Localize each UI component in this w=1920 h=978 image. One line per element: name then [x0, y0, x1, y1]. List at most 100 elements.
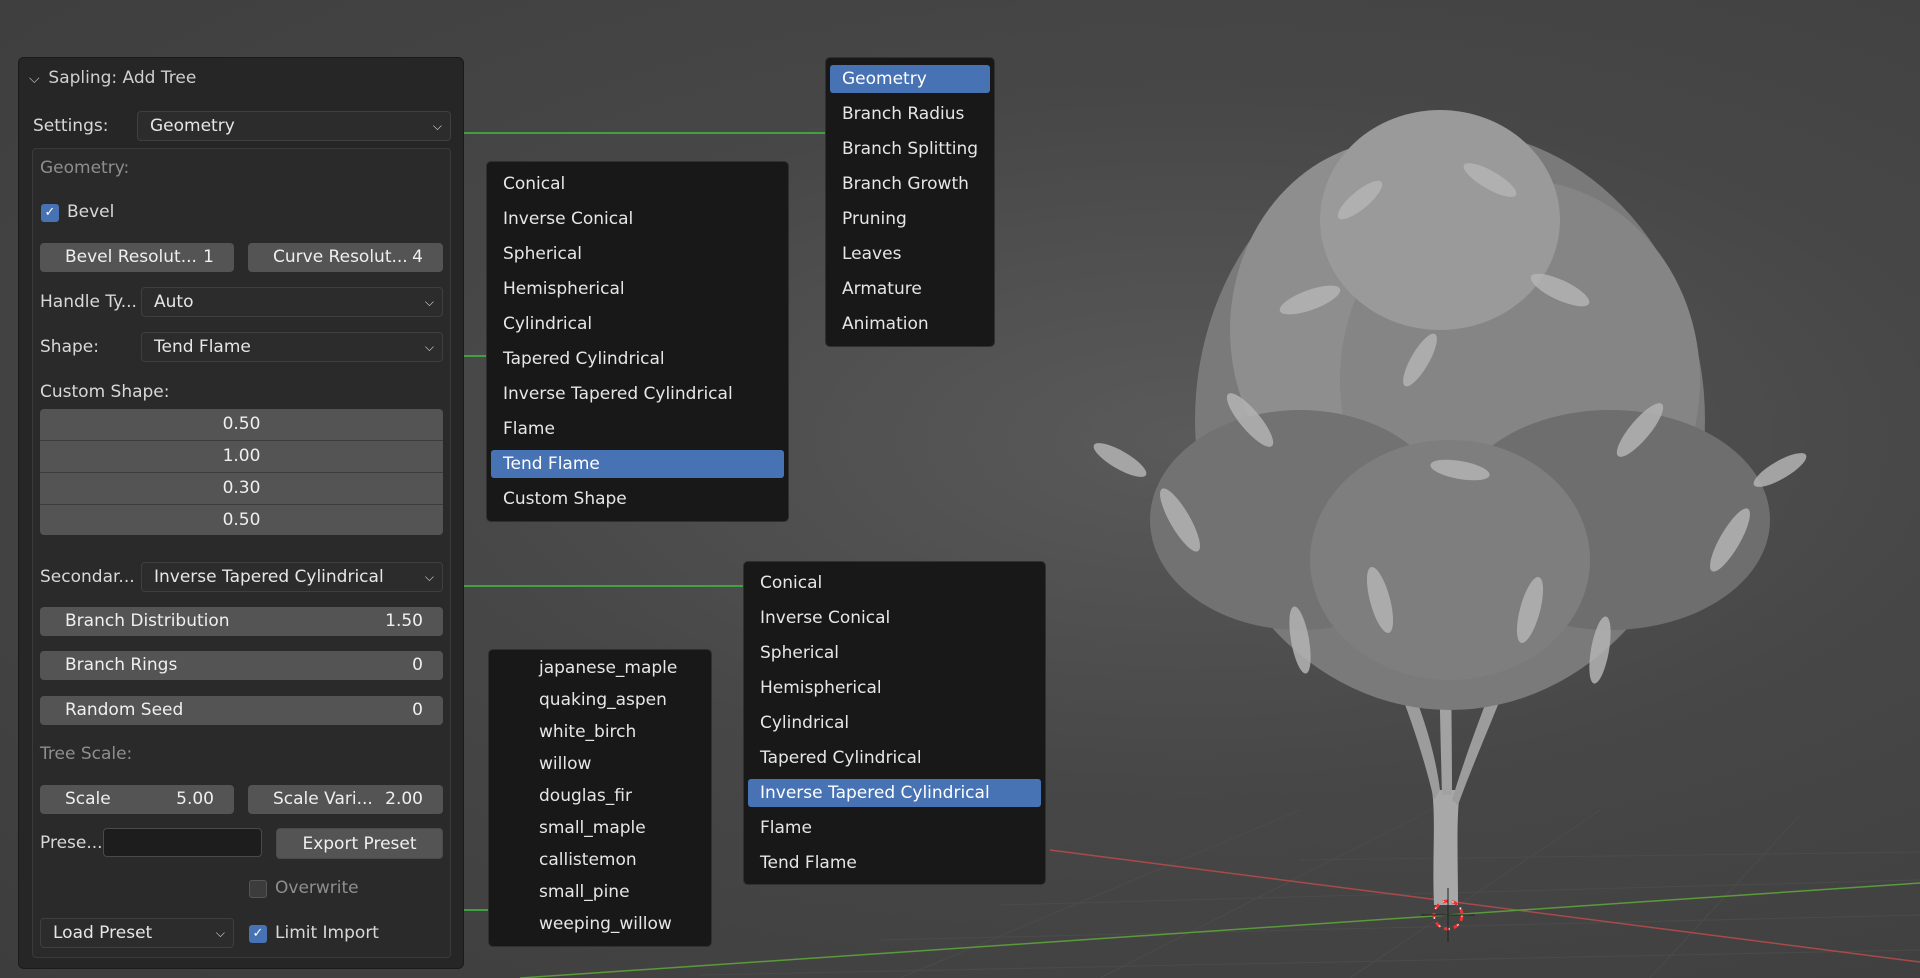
shape-dropdown[interactable]: Tend Flame ⌵ — [141, 332, 443, 362]
random-seed-field[interactable]: Random Seed 0 — [40, 696, 443, 725]
settings-dropdown-value: Geometry — [150, 116, 235, 136]
scale-field[interactable]: Scale 5.00 — [40, 785, 234, 814]
chevron-down-icon: ⌵ — [432, 119, 442, 133]
export-preset-button[interactable]: Export Preset — [276, 828, 443, 859]
geometry-heading: Geometry: — [40, 158, 130, 178]
y-axis-line — [519, 882, 1920, 978]
bevel-resolution-label: Bevel Resolut... — [65, 247, 197, 267]
secondary-menu-item[interactable]: Conical — [748, 569, 1041, 597]
preset-menu-item[interactable]: quaking_aspen — [493, 686, 707, 714]
branch-rings-field[interactable]: Branch Rings 0 — [40, 651, 443, 680]
bevel-label: Bevel — [67, 202, 115, 222]
preset-menu-item[interactable]: white_birch — [493, 718, 707, 746]
secondary-menu: Conical Inverse Conical Spherical Hemisp… — [743, 561, 1046, 885]
settings-dropdown[interactable]: Geometry ⌵ — [137, 111, 451, 141]
secondary-menu-item[interactable]: Tapered Cylindrical — [748, 744, 1041, 772]
shape-menu-item[interactable]: Conical — [491, 170, 784, 198]
settings-menu-item[interactable]: Branch Growth — [830, 170, 990, 198]
shape-menu: Conical Inverse Conical Spherical Hemisp… — [486, 161, 789, 522]
curve-resolution-label: Curve Resolut... — [273, 247, 408, 267]
x-axis-line — [1049, 849, 1920, 963]
chevron-down-icon: ⌵ — [424, 340, 434, 354]
handle-type-value: Auto — [154, 292, 194, 312]
settings-menu-item[interactable]: Animation — [830, 310, 990, 338]
preset-menu-item[interactable]: callistemon — [493, 846, 707, 874]
shape-menu-item[interactable]: Tend Flame — [491, 450, 784, 478]
secondary-dropdown[interactable]: Inverse Tapered Cylindrical ⌵ — [141, 562, 443, 592]
secondary-menu-item[interactable]: Inverse Tapered Cylindrical — [748, 779, 1041, 807]
chevron-down-icon: ⌵ — [424, 295, 434, 309]
shape-value: Tend Flame — [154, 337, 251, 357]
custom-shape-field-1[interactable]: 0.50 — [40, 409, 443, 441]
secondary-menu-item[interactable]: Inverse Conical — [748, 604, 1041, 632]
settings-label: Settings: — [33, 116, 109, 136]
shape-menu-item[interactable]: Cylindrical — [491, 310, 784, 338]
bevel-checkbox[interactable]: ✓ — [41, 204, 59, 222]
panel-header[interactable]: ⌵ Sapling: Add Tree — [29, 68, 196, 88]
tree-model — [1093, 110, 1807, 905]
chevron-down-icon[interactable]: ⌵ — [29, 71, 43, 87]
tree-scale-heading: Tree Scale: — [40, 744, 133, 764]
preset-menu-item[interactable]: small_maple — [493, 814, 707, 842]
preset-menu-item[interactable]: douglas_fir — [493, 782, 707, 810]
settings-menu-item[interactable]: Branch Radius — [830, 100, 990, 128]
curve-resolution-value: 4 — [412, 247, 423, 267]
overwrite-checkbox[interactable] — [249, 880, 267, 898]
settings-menu-item[interactable]: Leaves — [830, 240, 990, 268]
secondary-menu-item[interactable]: Flame — [748, 814, 1041, 842]
scale-variation-value: 2.00 — [385, 789, 423, 809]
branch-rings-label: Branch Rings — [65, 655, 178, 675]
3d-cursor-icon[interactable] — [1421, 888, 1475, 942]
settings-menu: Geometry Branch Radius Branch Splitting … — [825, 57, 995, 347]
panel-title: Sapling: Add Tree — [48, 68, 197, 88]
bevel-resolution-field[interactable]: Bevel Resolut... 1 — [40, 243, 234, 272]
shape-menu-item[interactable]: Tapered Cylindrical — [491, 345, 784, 373]
random-seed-value: 0 — [412, 700, 423, 720]
preset-menu-item[interactable]: willow — [493, 750, 707, 778]
shape-menu-item[interactable]: Flame — [491, 415, 784, 443]
secondary-menu-item[interactable]: Tend Flame — [748, 849, 1041, 877]
shape-label: Shape: — [40, 337, 99, 357]
overwrite-label: Overwrite — [275, 878, 359, 898]
handle-type-label: Handle Ty... — [40, 292, 137, 312]
shape-menu-item[interactable]: Hemispherical — [491, 275, 784, 303]
shape-menu-item[interactable]: Spherical — [491, 240, 784, 268]
secondary-menu-item[interactable]: Hemispherical — [748, 674, 1041, 702]
scale-variation-label: Scale Vari... — [273, 789, 373, 809]
load-preset-label: Load Preset — [53, 923, 153, 943]
shape-menu-item[interactable]: Custom Shape — [491, 485, 784, 513]
custom-shape-label: Custom Shape: — [40, 382, 170, 402]
scale-variation-field[interactable]: Scale Vari... 2.00 — [248, 785, 443, 814]
custom-shape-field-2[interactable]: 1.00 — [40, 441, 443, 473]
secondary-value: Inverse Tapered Cylindrical — [154, 567, 384, 587]
preset-name-input[interactable] — [103, 828, 262, 857]
preset-menu: japanese_maple quaking_aspen white_birch… — [488, 649, 712, 947]
secondary-menu-item[interactable]: Cylindrical — [748, 709, 1041, 737]
custom-shape-fields: 0.50 1.00 0.30 0.50 — [40, 409, 443, 535]
secondary-menu-item[interactable]: Spherical — [748, 639, 1041, 667]
secondary-label: Secondar... — [40, 567, 135, 587]
chevron-down-icon: ⌵ — [424, 570, 434, 584]
custom-shape-field-3[interactable]: 0.30 — [40, 473, 443, 505]
branch-distribution-field[interactable]: Branch Distribution 1.50 — [40, 607, 443, 636]
custom-shape-field-4[interactable]: 0.50 — [40, 505, 443, 535]
load-preset-dropdown[interactable]: Load Preset ⌵ — [40, 918, 234, 948]
shape-menu-item[interactable]: Inverse Tapered Cylindrical — [491, 380, 784, 408]
curve-resolution-field[interactable]: Curve Resolut... 4 — [248, 243, 443, 272]
random-seed-label: Random Seed — [65, 700, 184, 720]
settings-menu-item[interactable]: Branch Splitting — [830, 135, 990, 163]
settings-menu-item[interactable]: Armature — [830, 275, 990, 303]
settings-menu-item[interactable]: Geometry — [830, 65, 990, 93]
shape-menu-item[interactable]: Inverse Conical — [491, 205, 784, 233]
settings-menu-item[interactable]: Pruning — [830, 205, 990, 233]
preset-label: Prese... — [40, 833, 103, 853]
preset-menu-item[interactable]: weeping_willow — [493, 910, 707, 938]
limit-import-checkbox[interactable]: ✓ — [249, 925, 267, 943]
chevron-down-icon: ⌵ — [215, 926, 225, 940]
branch-distribution-value: 1.50 — [385, 611, 423, 631]
preset-menu-item[interactable]: small_pine — [493, 878, 707, 906]
bevel-resolution-value: 1 — [203, 247, 214, 267]
branch-distribution-label: Branch Distribution — [65, 611, 230, 631]
preset-menu-item[interactable]: japanese_maple — [493, 654, 707, 682]
handle-type-dropdown[interactable]: Auto ⌵ — [141, 287, 443, 317]
